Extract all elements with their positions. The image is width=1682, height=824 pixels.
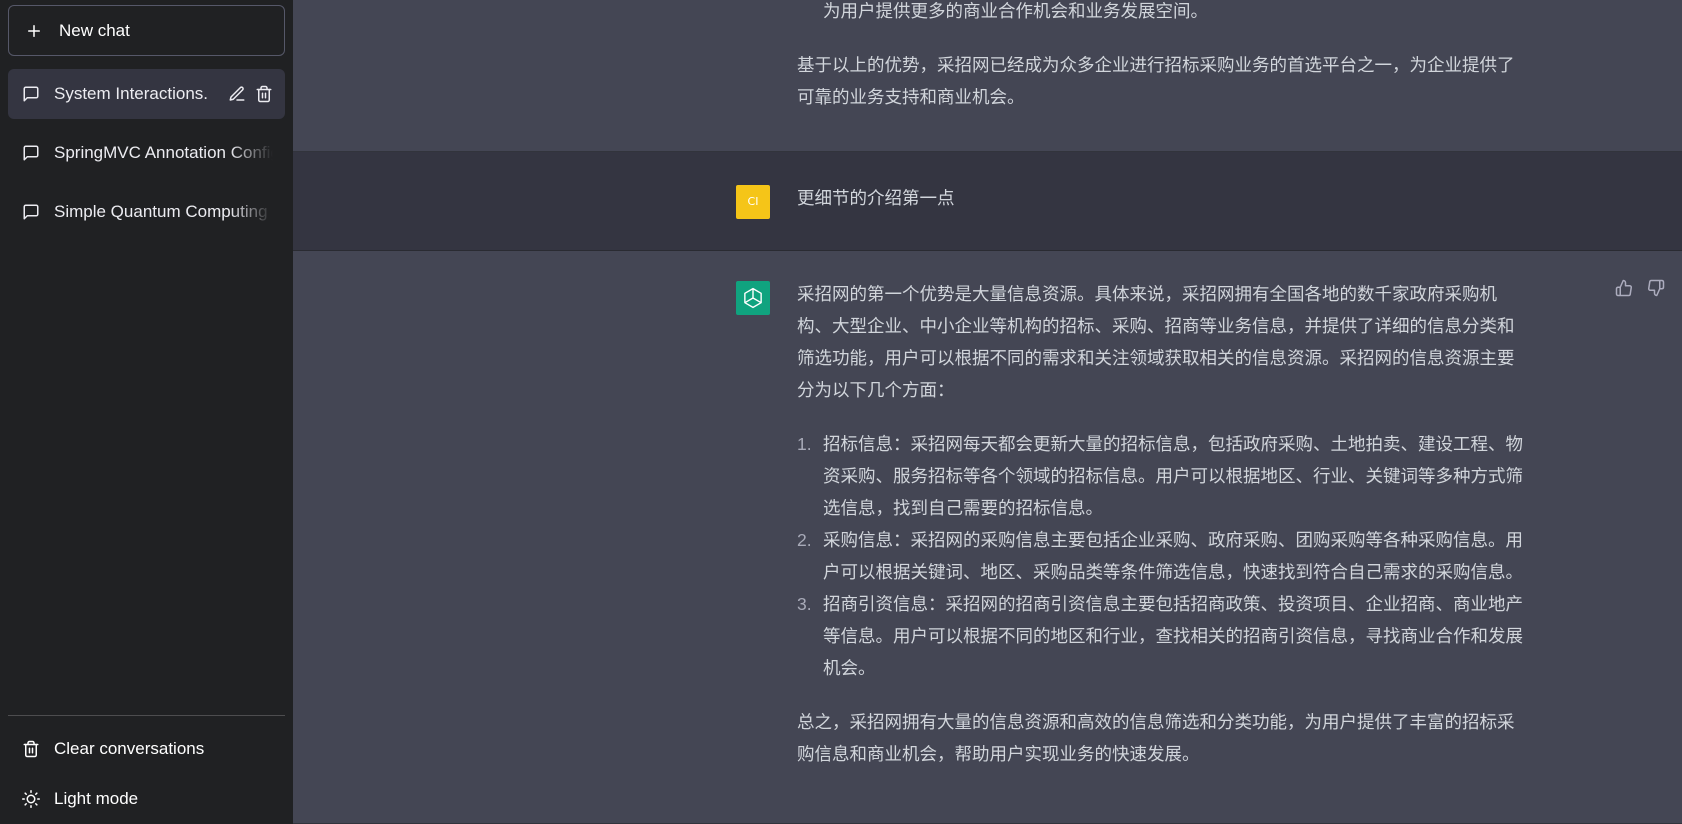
list-item: 1. 招标信息：采招网每天都会更新大量的招标信息，包括政府采购、土地拍卖、建设工… — [797, 428, 1530, 524]
message-content: 为用户提供更多的商业合作机会和业务发展空间。 基于以上的优势，采招网已经成为众多… — [797, 0, 1530, 113]
conversation-label: Simple Quantum Computing — [54, 202, 268, 221]
plus-icon — [25, 22, 43, 40]
message-content: 采招网的第一个优势是大量信息资源。具体来说，采招网拥有全国各地的数千家政府采购机… — [736, 278, 1530, 770]
edit-icon[interactable] — [228, 85, 246, 103]
assistant-message: 采招网的第一个优势是大量信息资源。具体来说，采招网拥有全国各地的数千家政府采购机… — [293, 251, 1682, 824]
sidebar-footer: Clear conversations Light mode — [8, 715, 285, 824]
user-avatar-initials: CI — [747, 195, 759, 208]
openai-logo-icon — [744, 287, 762, 309]
info-list: 1. 招标信息：采招网每天都会更新大量的招标信息，包括政府采购、土地拍卖、建设工… — [797, 428, 1530, 684]
list-text: 招标信息：采招网每天都会更新大量的招标信息，包括政府采购、土地拍卖、建设工程、物… — [823, 434, 1523, 518]
clear-conversations-button[interactable]: Clear conversations — [8, 724, 285, 774]
assistant-message-previous: 为用户提供更多的商业合作机会和业务发展空间。 基于以上的优势，采招网已经成为众多… — [293, 0, 1682, 152]
intro-paragraph: 采招网的第一个优势是大量信息资源。具体来说，采招网拥有全国各地的数千家政府采购机… — [797, 284, 1515, 400]
chat-thread: 为用户提供更多的商业合作机会和业务发展空间。 基于以上的优势，采招网已经成为众多… — [293, 0, 1682, 824]
sun-icon — [22, 790, 40, 808]
list-number: 3. — [797, 594, 812, 614]
light-mode-button[interactable]: Light mode — [8, 774, 285, 824]
user-message-text: 更细节的介绍第一点 — [797, 188, 955, 208]
list-text: 采购信息：采招网的采购信息主要包括企业采购、政府采购、团购采购等各种采购信息。用… — [823, 530, 1523, 582]
list-item-tail: 为用户提供更多的商业合作机会和业务发展空间。 — [823, 1, 1208, 21]
feedback-actions — [1615, 279, 1665, 297]
list-item: 2. 采购信息：采招网的采购信息主要包括企业采购、政府采购、团购采购等各种采购信… — [797, 524, 1530, 588]
thumbs-up-icon[interactable] — [1615, 279, 1633, 297]
list-number: 1. — [797, 434, 812, 454]
conversation-actions — [228, 85, 273, 103]
chat-bubble-icon — [22, 203, 40, 221]
light-mode-label: Light mode — [54, 789, 139, 808]
new-chat-label: New chat — [59, 20, 130, 40]
message-content: CI 更细节的介绍第一点 — [736, 182, 1530, 219]
trash-icon — [22, 740, 40, 758]
conversation-item-system-interactions[interactable]: System Interactions. — [8, 69, 285, 119]
list-item: 3. 招商引资信息：采招网的招商引资信息主要包括招商政策、投资项目、企业招商、商… — [797, 588, 1530, 684]
conversation-item-quantum[interactable]: Simple Quantum Computing — [8, 187, 285, 237]
sidebar: New chat System Interactions. SpringMVC … — [0, 0, 293, 824]
conclusion-paragraph: 总之，采招网拥有大量的信息资源和高效的信息筛选和分类功能，为用户提供了丰富的招标… — [797, 712, 1515, 764]
conversation-item-springmvc[interactable]: SpringMVC Annotation Configuration — [8, 128, 285, 178]
new-chat-button[interactable]: New chat — [8, 5, 285, 56]
user-message: CI 更细节的介绍第一点 — [293, 152, 1682, 251]
thumbs-down-icon[interactable] — [1647, 279, 1665, 297]
chat-bubble-icon — [22, 85, 40, 103]
conversation-list: System Interactions. SpringMVC Annotatio… — [8, 69, 285, 237]
list-number: 2. — [797, 530, 812, 550]
clear-conversations-label: Clear conversations — [54, 739, 205, 758]
assistant-avatar — [736, 281, 770, 315]
chat-bubble-icon — [22, 144, 40, 162]
list-text: 招商引资信息：采招网的招商引资信息主要包括招商政策、投资项目、企业招商、商业地产… — [823, 594, 1523, 678]
delete-icon[interactable] — [255, 85, 273, 103]
conversation-label: System Interactions. — [54, 84, 209, 103]
user-avatar: CI — [736, 185, 770, 219]
summary-paragraph: 基于以上的优势，采招网已经成为众多企业进行招标采购业务的首选平台之一，为企业提供… — [797, 55, 1515, 107]
app-root: New chat System Interactions. SpringMVC … — [0, 0, 1682, 824]
conversation-label: SpringMVC Annotation Configuration — [54, 143, 273, 162]
